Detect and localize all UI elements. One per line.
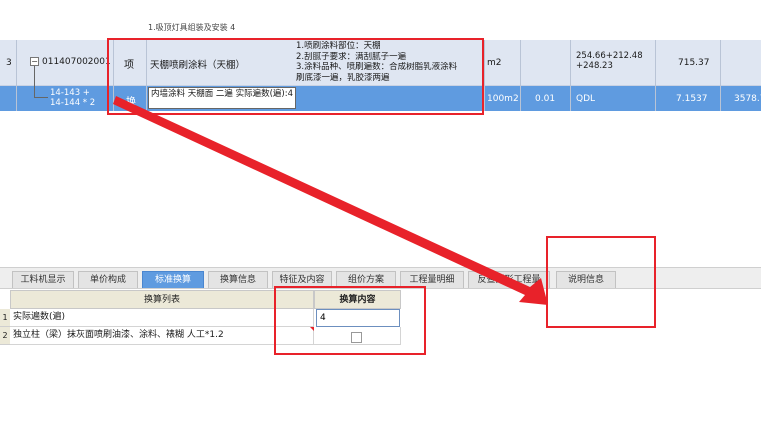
annotation-arrow: [113, 96, 548, 305]
annotation-arrow-shape: [113, 96, 548, 305]
